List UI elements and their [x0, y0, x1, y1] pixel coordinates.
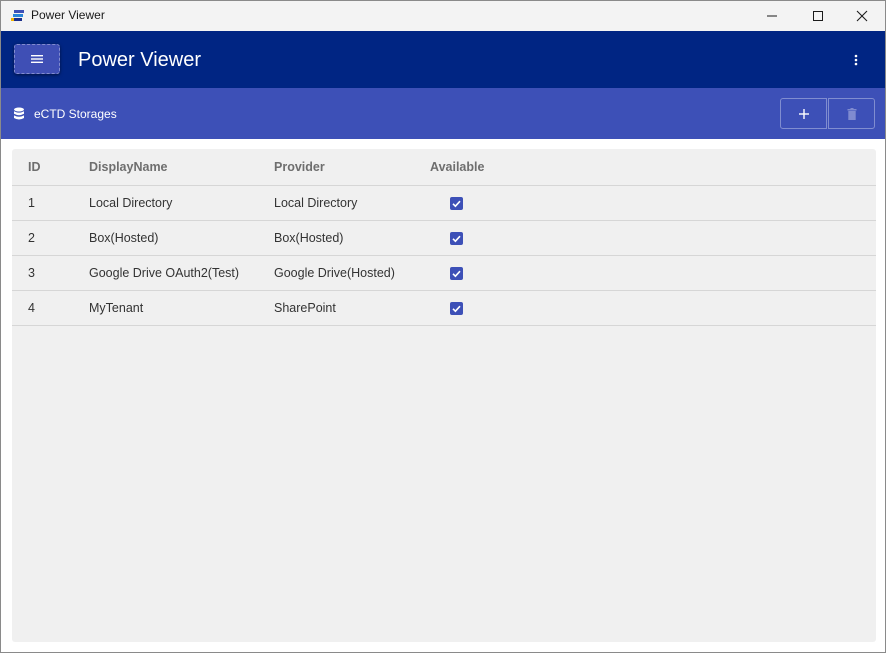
- column-header-id[interactable]: ID: [12, 149, 89, 186]
- column-header-displayname[interactable]: DisplayName: [89, 149, 274, 186]
- table-row[interactable]: 2 Box(Hosted) Box(Hosted): [12, 220, 876, 256]
- cell-id: 1: [12, 185, 89, 221]
- close-button[interactable]: [839, 1, 885, 31]
- storages-table-container: ID DisplayName Provider Available 1 Loca…: [12, 149, 876, 642]
- cell-id: 2: [12, 220, 89, 256]
- table-row[interactable]: 3 Google Drive OAuth2(Test) Google Drive…: [12, 255, 876, 291]
- check-icon: [452, 235, 461, 243]
- cell-provider: Local Directory: [274, 185, 430, 221]
- check-icon: [452, 270, 461, 278]
- table-row[interactable]: 4 MyTenant SharePoint: [12, 290, 876, 326]
- column-header-available[interactable]: Available: [430, 149, 876, 186]
- trash-icon: [847, 107, 856, 120]
- cell-available: [430, 255, 876, 291]
- delete-storage-button[interactable]: [828, 98, 875, 129]
- more-vertical-icon: [854, 54, 858, 66]
- cell-display-name: Local Directory: [89, 185, 274, 221]
- column-header-provider[interactable]: Provider: [274, 149, 430, 186]
- cell-display-name: Google Drive OAuth2(Test): [89, 255, 274, 291]
- cell-available: [430, 185, 876, 221]
- close-icon: [856, 10, 868, 22]
- cell-provider: Box(Hosted): [274, 220, 430, 256]
- minimize-button[interactable]: [749, 1, 795, 31]
- menu-button[interactable]: [14, 44, 60, 74]
- cell-display-name: Box(Hosted): [89, 220, 274, 256]
- table-row[interactable]: 1 Local Directory Local Directory: [12, 185, 876, 221]
- available-checkbox[interactable]: [450, 232, 463, 246]
- title-bar[interactable]: Power Viewer: [1, 1, 885, 31]
- storages-table: ID DisplayName Provider Available 1 Loca…: [12, 149, 876, 326]
- cell-provider: Google Drive(Hosted): [274, 255, 430, 291]
- cell-id: 4: [12, 290, 89, 326]
- cell-id: 3: [12, 255, 89, 291]
- available-checkbox[interactable]: [450, 267, 463, 281]
- section-title: eCTD Storages: [34, 107, 117, 121]
- available-checkbox[interactable]: [450, 302, 463, 316]
- check-icon: [452, 305, 461, 313]
- more-options-button[interactable]: [841, 47, 871, 73]
- app-window: Power Viewer Power Viewer eCTD Storages …: [0, 0, 886, 653]
- database-icon: [14, 107, 24, 120]
- app-header: Power Viewer: [1, 31, 885, 88]
- window-title: Power Viewer: [31, 8, 105, 22]
- check-icon: [452, 200, 461, 208]
- maximize-button[interactable]: [795, 1, 841, 31]
- cell-provider: SharePoint: [274, 290, 430, 326]
- available-checkbox[interactable]: [450, 197, 463, 211]
- section-toolbar: eCTD Storages: [1, 88, 885, 139]
- hamburger-icon: [31, 55, 43, 63]
- table-header-row: ID DisplayName Provider Available: [12, 149, 876, 186]
- maximize-icon: [813, 11, 823, 21]
- app-logo-icon: [11, 10, 24, 21]
- plus-icon: [798, 108, 809, 119]
- page-title: Power Viewer: [78, 49, 202, 71]
- add-storage-button[interactable]: [780, 98, 827, 129]
- cell-available: [430, 290, 876, 326]
- minimize-icon: [767, 15, 777, 17]
- cell-display-name: MyTenant: [89, 290, 274, 326]
- cell-available: [430, 220, 876, 256]
